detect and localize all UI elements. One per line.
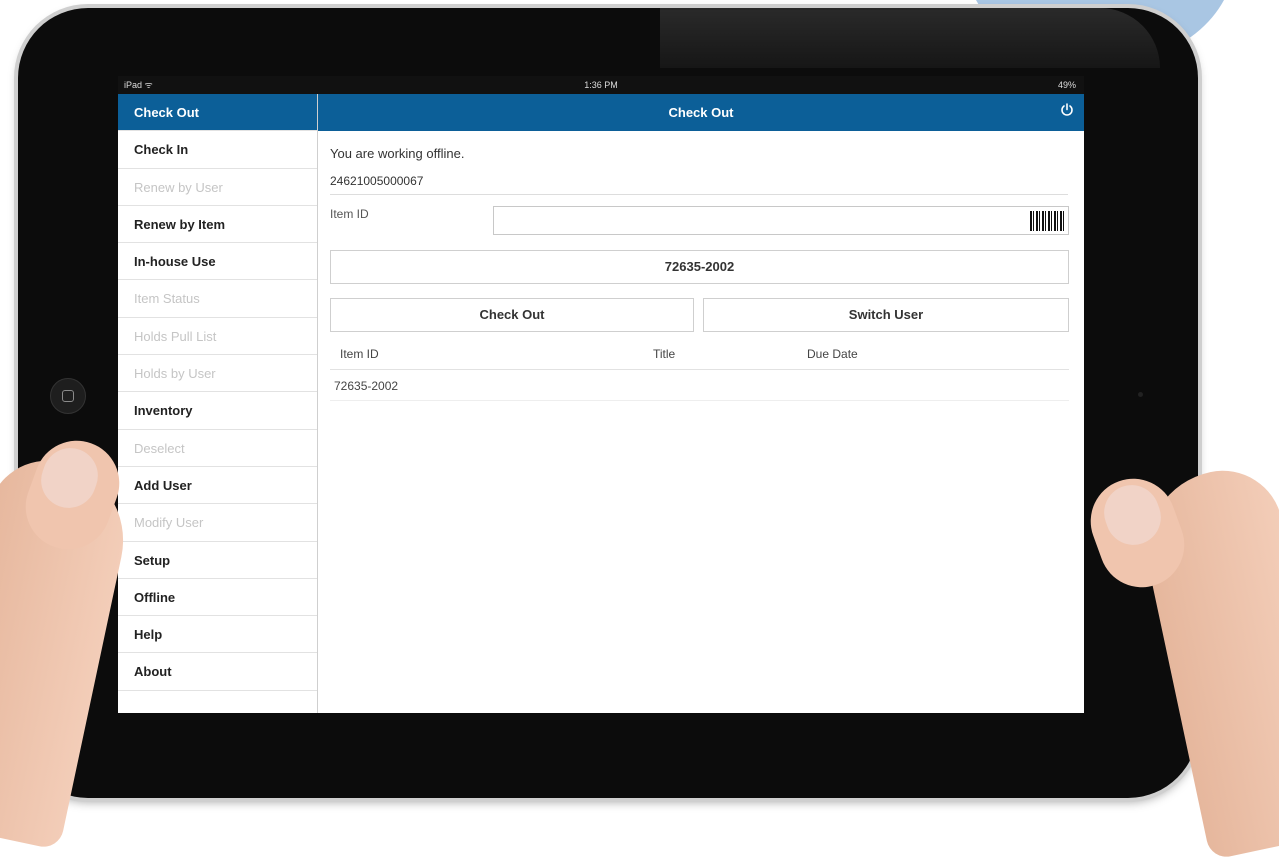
sidebar-item-holds-pull-list: Holds Pull List xyxy=(118,318,317,356)
page-title: Check Out xyxy=(668,105,734,120)
table-cell-item-id: 72635-2002 xyxy=(334,379,399,393)
column-header-title: Title xyxy=(653,347,676,361)
status-bar: iPad ᯤ 1:36 PM 49% xyxy=(118,76,1084,94)
main-panel: Check Out You are working offline. 24621… xyxy=(318,94,1084,713)
column-header-item-id: Item ID xyxy=(340,347,379,361)
sidebar-item-check-in[interactable]: Check In xyxy=(118,131,317,169)
switch-user-button[interactable]: Switch User xyxy=(703,298,1069,332)
item-id-input[interactable] xyxy=(493,206,1069,235)
column-header-due-date: Due Date xyxy=(807,347,858,361)
camera-icon xyxy=(1138,392,1143,397)
title-bar: Check Out xyxy=(318,94,1084,131)
item-id-label: Item ID xyxy=(330,207,369,221)
check-out-button[interactable]: Check Out xyxy=(330,298,694,332)
sidebar-item-renew-by-item[interactable]: Renew by Item xyxy=(118,206,317,244)
home-square-icon xyxy=(62,390,74,402)
sidebar-item-check-out[interactable]: Check Out xyxy=(118,94,317,132)
sidebar-item-in-house-use[interactable]: In-house Use xyxy=(118,243,317,281)
table-row[interactable]: 72635-2002 xyxy=(330,371,1069,401)
sidebar-menu: Check Out Check In Renew by User Renew b… xyxy=(118,94,318,713)
sidebar-item-add-user[interactable]: Add User xyxy=(118,467,317,505)
user-id-value: 24621005000067 xyxy=(330,174,1068,195)
sidebar-item-modify-user: Modify User xyxy=(118,504,317,542)
app-screen: iPad ᯤ 1:36 PM 49% Check Out Check In Re… xyxy=(118,76,1084,713)
sidebar-item-deselect: Deselect xyxy=(118,430,317,467)
sidebar-item-offline[interactable]: Offline xyxy=(118,579,317,617)
sidebar-item-renew-by-user: Renew by User xyxy=(118,169,317,206)
item-value-button[interactable]: 72635-2002 xyxy=(330,250,1069,284)
offline-message: You are working offline. xyxy=(330,146,465,161)
items-table-header: Item ID Title Due Date xyxy=(330,344,1069,370)
sidebar-item-item-status: Item Status xyxy=(118,280,317,318)
status-time: 1:36 PM xyxy=(584,80,618,90)
sidebar-item-holds-by-user: Holds by User xyxy=(118,355,317,393)
sidebar-item-setup[interactable]: Setup xyxy=(118,542,317,579)
home-button xyxy=(50,378,86,414)
barcode-icon[interactable] xyxy=(1030,211,1064,231)
sidebar-item-about[interactable]: About xyxy=(118,653,317,691)
battery-level: 49% xyxy=(1057,80,1076,90)
power-icon[interactable] xyxy=(1060,103,1074,117)
sidebar-item-help[interactable]: Help xyxy=(118,616,317,654)
sidebar-item-inventory[interactable]: Inventory xyxy=(118,392,317,430)
tablet-sheen xyxy=(660,8,1160,68)
